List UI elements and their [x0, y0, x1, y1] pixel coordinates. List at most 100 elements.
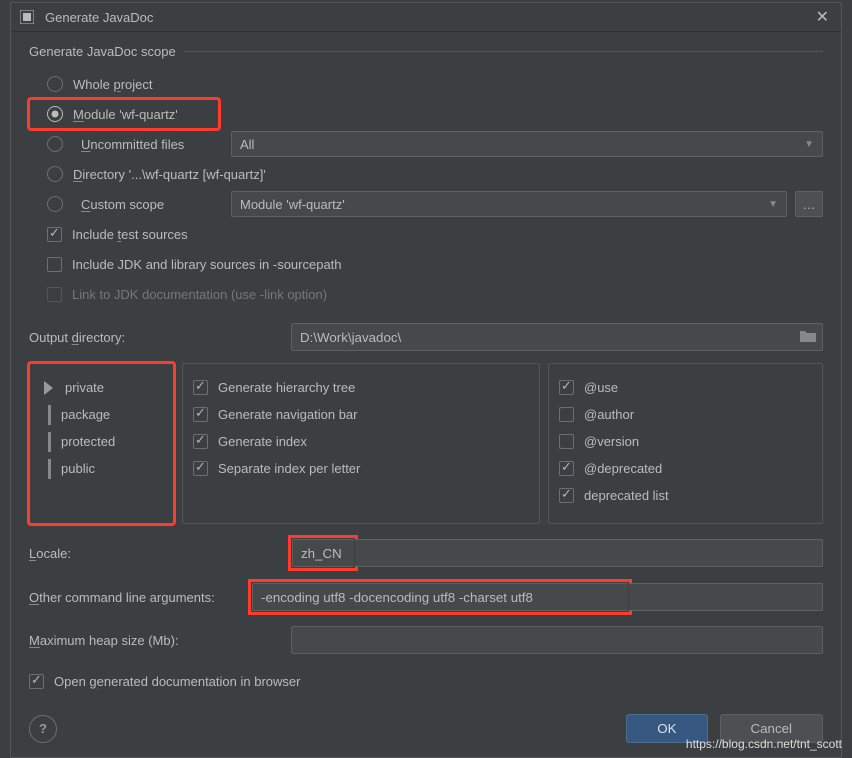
heap-label: Maximum heap size (Mb): — [29, 633, 291, 648]
divider — [184, 51, 823, 52]
checkbox-hierarchy[interactable]: Generate hierarchy tree — [193, 374, 523, 401]
locale-highlight — [291, 538, 355, 568]
folder-icon[interactable] — [799, 329, 817, 345]
visibility-package[interactable]: package — [40, 401, 157, 428]
locale-input[interactable] — [292, 539, 354, 567]
locale-wrap — [291, 538, 823, 568]
checkbox-open-browser[interactable]: Open generated documentation in browser — [29, 666, 823, 696]
args-input-ext[interactable] — [629, 583, 823, 611]
checkbox-use[interactable]: @use — [559, 374, 806, 401]
options-row: private package protected public Generat… — [29, 363, 823, 524]
visibility-protected[interactable]: protected — [40, 428, 157, 455]
checkbox-label: Include test sources — [72, 227, 188, 242]
checkbox-index[interactable]: Generate index — [193, 428, 523, 455]
browse-scope-button[interactable]: … — [795, 191, 823, 217]
args-wrap — [251, 582, 823, 612]
visibility-label: private — [65, 380, 104, 395]
locale-label: Locale: — [29, 546, 291, 561]
dialog: Generate JavaDoc ✕ Generate JavaDoc scop… — [10, 2, 842, 758]
checkbox-label: @deprecated — [584, 461, 662, 476]
heap-row: Maximum heap size (Mb): — [29, 626, 823, 654]
checkbox-label: Generate navigation bar — [218, 407, 357, 422]
checkbox-deprecated[interactable]: @deprecated — [559, 455, 806, 482]
checkbox-include-tests[interactable]: Include test sources — [29, 219, 823, 249]
chevron-down-icon: ▼ — [804, 139, 814, 150]
chevron-down-icon: ▼ — [768, 199, 778, 210]
checkbox-icon — [559, 488, 574, 503]
radio-uncommitted[interactable]: Uncommitted files All ▼ — [29, 129, 823, 159]
checkbox-version[interactable]: @version — [559, 428, 806, 455]
checkbox-label: @version — [584, 434, 639, 449]
radio-icon — [47, 136, 63, 152]
radio-custom-scope[interactable]: Custom scope Module 'wf-quartz' ▼ … — [29, 189, 823, 219]
radio-icon — [47, 196, 63, 212]
visibility-label: protected — [61, 434, 115, 449]
visibility-label: public — [61, 461, 95, 476]
dropdown-value: Module 'wf-quartz' — [240, 197, 345, 212]
radio-label: Whole project — [73, 77, 153, 92]
slider-track-icon — [48, 405, 51, 425]
visibility-pane[interactable]: private package protected public — [29, 363, 174, 524]
checkbox-label: @author — [584, 407, 634, 422]
checkbox-icon — [29, 674, 44, 689]
checkbox-icon — [47, 287, 62, 302]
uncommitted-dropdown[interactable]: All ▼ — [231, 131, 823, 157]
checkbox-icon — [193, 407, 208, 422]
checkbox-icon — [193, 434, 208, 449]
tags-pane: @use @author @version @deprecated deprec… — [548, 363, 823, 524]
help-button[interactable]: ? — [29, 715, 57, 743]
checkbox-label: @use — [584, 380, 618, 395]
heap-wrap — [291, 626, 823, 654]
checkbox-icon — [559, 434, 574, 449]
output-directory-label: Output directory: — [29, 330, 291, 345]
radio-module[interactable]: Module 'wf-quartz' — [29, 99, 219, 129]
heap-input[interactable] — [291, 626, 823, 654]
checkbox-label: Open generated documentation in browser — [54, 674, 300, 689]
slider-thumb-icon — [44, 381, 53, 395]
radio-whole-project[interactable]: Whole project — [29, 69, 823, 99]
locale-input-ext[interactable] — [355, 539, 823, 567]
radio-label: Module 'wf-quartz' — [73, 107, 178, 122]
args-highlight — [251, 582, 629, 612]
gen-options-pane: Generate hierarchy tree Generate navigat… — [182, 363, 540, 524]
visibility-label: package — [61, 407, 110, 422]
checkbox-label: Link to JDK documentation (use -link opt… — [72, 287, 327, 302]
radio-icon — [47, 106, 63, 122]
radio-icon — [47, 76, 63, 92]
output-directory-row: Output directory: — [29, 323, 823, 351]
watermark: https://blog.csdn.net/tnt_scott — [686, 737, 842, 751]
radio-label: Directory '...\wf-quartz [wf-quartz]' — [73, 167, 266, 182]
checkbox-icon — [47, 227, 62, 242]
checkbox-icon — [559, 407, 574, 422]
checkbox-link-jdk: Link to JDK documentation (use -link opt… — [29, 279, 823, 309]
checkbox-separate-index[interactable]: Separate index per letter — [193, 455, 523, 482]
slider-track-icon — [48, 432, 51, 452]
checkbox-label: Generate index — [218, 434, 307, 449]
args-row: Other command line arguments: — [29, 582, 823, 612]
locale-row: Locale: — [29, 538, 823, 568]
titlebar[interactable]: Generate JavaDoc ✕ — [11, 3, 841, 32]
dropdown-value: All — [240, 137, 254, 152]
checkbox-include-jdk[interactable]: Include JDK and library sources in -sour… — [29, 249, 823, 279]
checkbox-author[interactable]: @author — [559, 401, 806, 428]
visibility-public[interactable]: public — [40, 455, 157, 482]
close-icon[interactable]: ✕ — [812, 7, 833, 27]
output-directory-input[interactable] — [291, 323, 823, 351]
checkbox-label: Separate index per letter — [218, 461, 360, 476]
scope-legend: Generate JavaDoc scope — [29, 44, 823, 59]
checkbox-deprecated-list[interactable]: deprecated list — [559, 482, 806, 509]
checkbox-navbar[interactable]: Generate navigation bar — [193, 401, 523, 428]
checkbox-icon — [193, 461, 208, 476]
radio-label: Uncommitted files — [81, 137, 223, 152]
custom-scope-dropdown[interactable]: Module 'wf-quartz' ▼ — [231, 191, 787, 217]
args-input[interactable] — [252, 583, 628, 611]
app-icon — [19, 9, 35, 25]
visibility-private[interactable]: private — [40, 374, 157, 401]
scope-legend-text: Generate JavaDoc scope — [29, 44, 176, 59]
radio-directory[interactable]: Directory '...\wf-quartz [wf-quartz]' — [29, 159, 823, 189]
dialog-title: Generate JavaDoc — [45, 10, 812, 25]
checkbox-label: Include JDK and library sources in -sour… — [72, 257, 342, 272]
checkbox-label: deprecated list — [584, 488, 669, 503]
radio-label: Custom scope — [81, 197, 223, 212]
checkbox-icon — [193, 380, 208, 395]
